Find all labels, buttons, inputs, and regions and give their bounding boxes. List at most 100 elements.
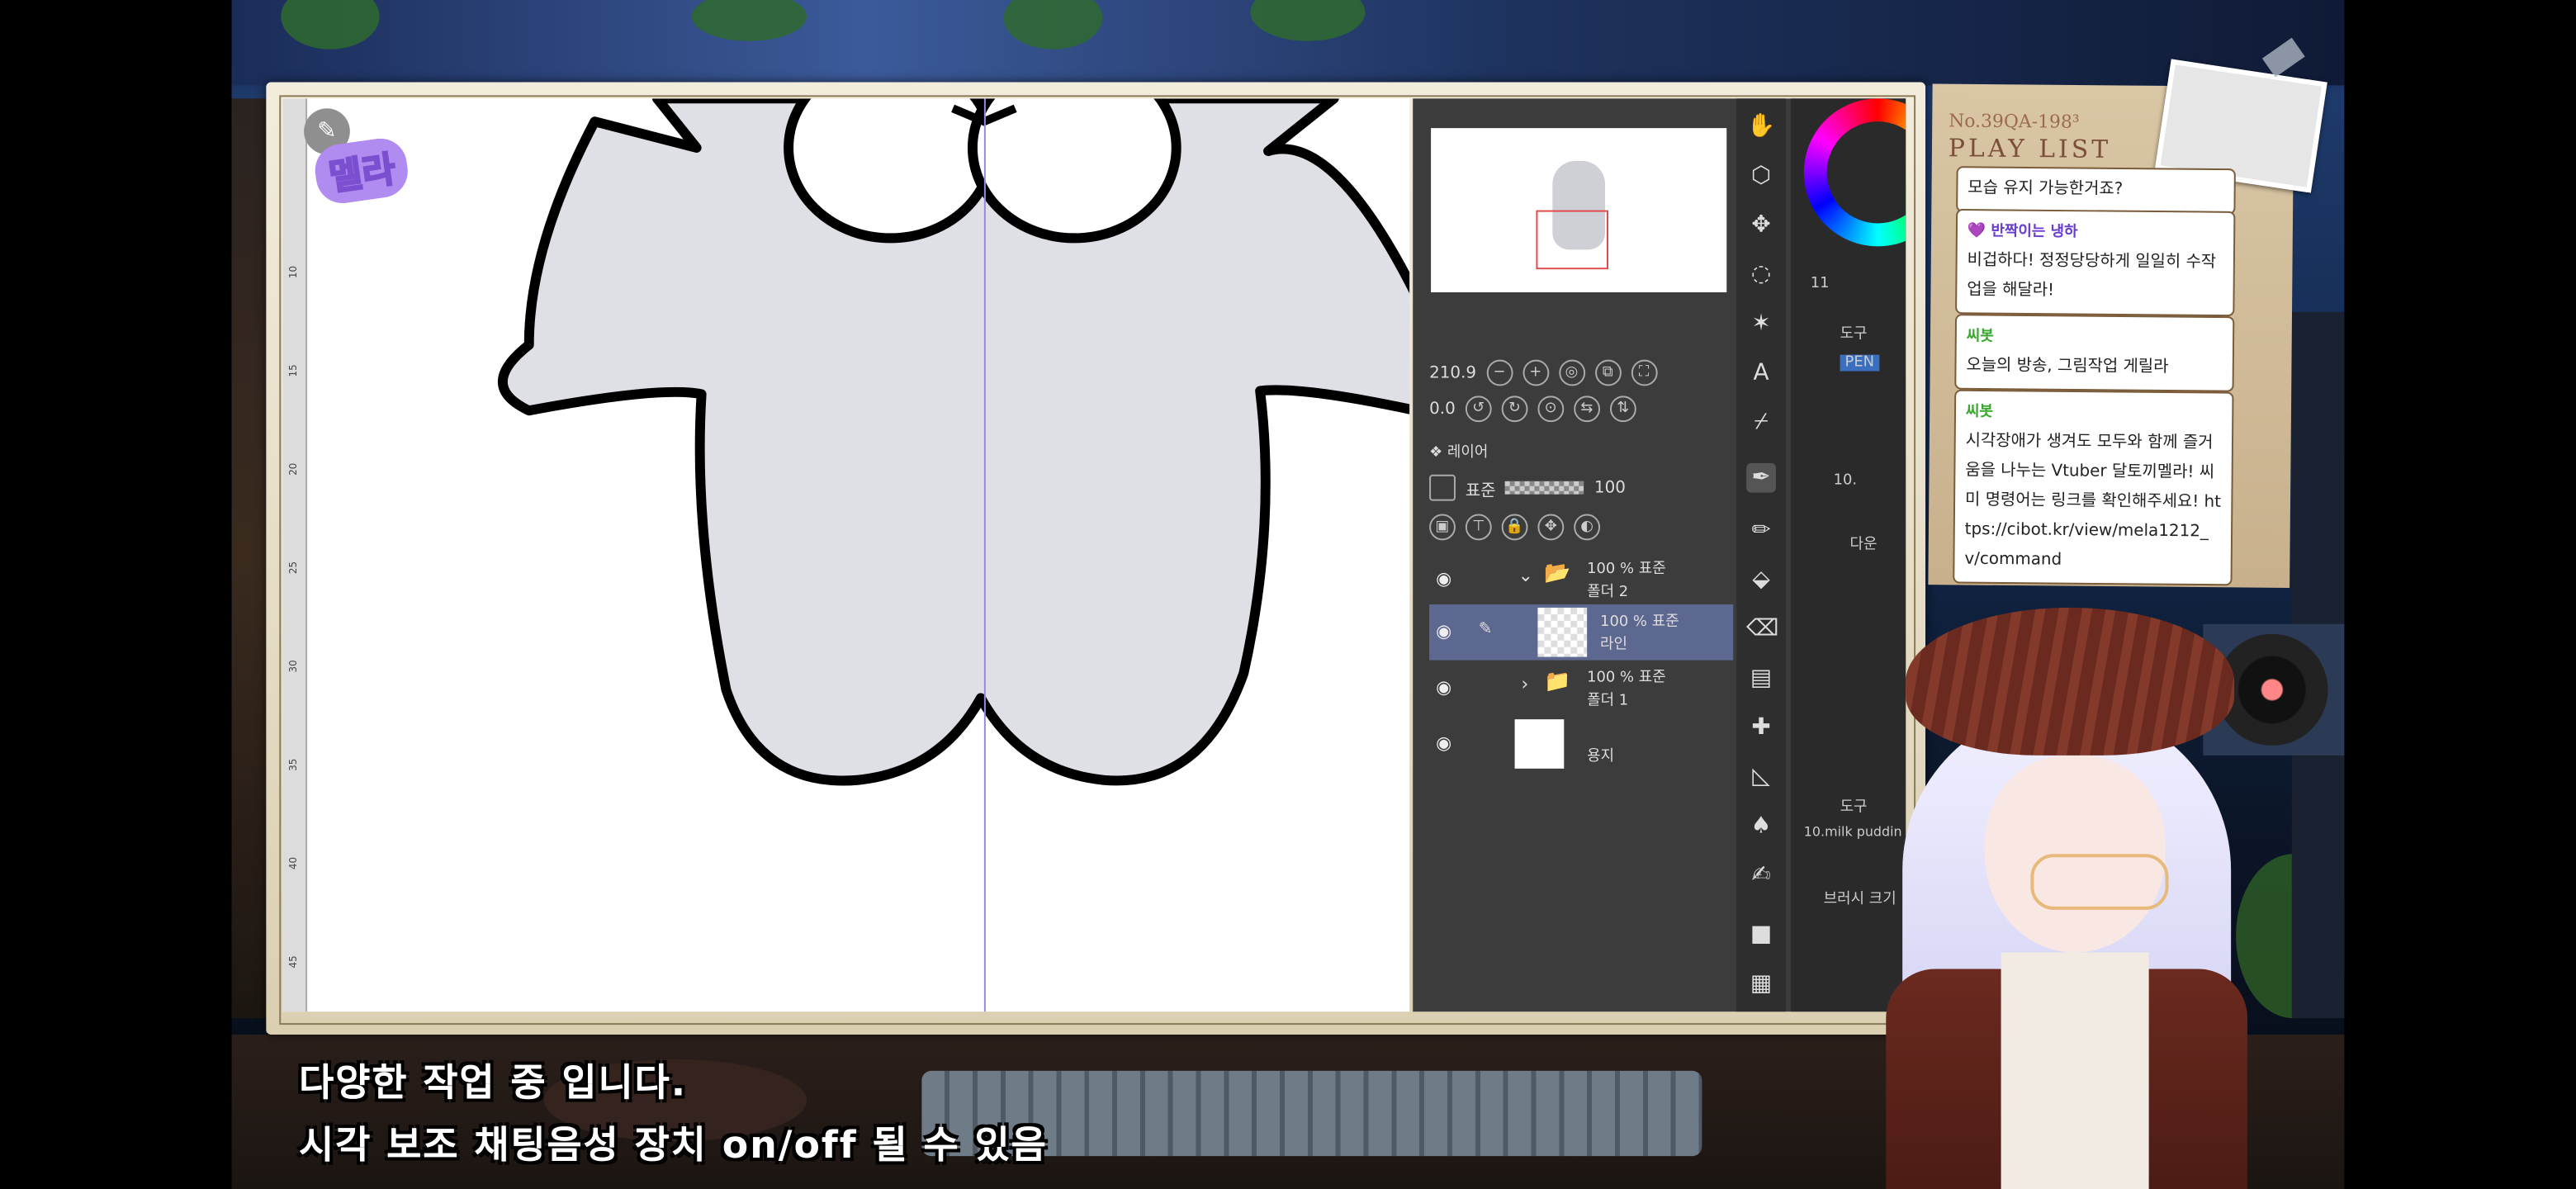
subtitle-line-1: 다양한 작업 중 입니다. — [299, 1062, 688, 1106]
gradient-icon[interactable]: ▤ — [1746, 664, 1776, 694]
chevron-right-icon[interactable]: › — [1522, 673, 1529, 694]
pencil-icon: ✎ — [1478, 620, 1493, 639]
layer-panel-title[interactable]: 레이어 — [1447, 445, 1488, 462]
add-icon[interactable]: ✚ — [1746, 713, 1776, 742]
chat-message: 씨봇 오늘의 방송, 그림작업 게릴라 — [1954, 314, 2235, 392]
drawing-canvas[interactable]: 10 15 20 25 30 35 40 45 ✎ 멜라 — [282, 98, 1410, 1012]
chat-text: 시각장애가 생겨도 모두와 함께 즐거움을 나누는 Vtuber 달토끼멜라! … — [1964, 432, 2222, 570]
layer-line[interactable]: ◉ ✎ 100 % 표준 라인 — [1429, 604, 1734, 661]
reference-icon[interactable]: ✥ — [1537, 514, 1565, 541]
rotate-left-icon[interactable]: ↺ — [1465, 396, 1492, 423]
zoom-in-icon[interactable]: + — [1522, 359, 1549, 386]
layer-clip-icon[interactable]: ⊤ — [1465, 514, 1492, 541]
text-icon[interactable]: A — [1746, 358, 1776, 388]
color-swatch-icon[interactable]: ■ — [1746, 920, 1776, 950]
layer-props-row: 표준 100 — [1429, 473, 1626, 503]
avatar-beret — [1906, 607, 2235, 756]
avatar-blouse — [2001, 952, 2149, 1189]
layer-info: 100 % 표준 — [1600, 613, 1679, 631]
layer-info: 100 % 표준 — [1587, 670, 1666, 687]
ruler-icon[interactable]: ◺ — [1746, 762, 1776, 792]
chat-message: 씨봇 시각장애가 생겨도 모두와 함께 즐거움을 나누는 Vtuber 달토끼멜… — [1953, 389, 2234, 586]
fill-icon[interactable]: ⬙ — [1746, 565, 1776, 594]
eye-icon[interactable]: ◉ — [1436, 676, 1451, 698]
fit-window-icon[interactable]: ⧉ — [1594, 359, 1622, 386]
folder-icon: 📁 — [1544, 670, 1571, 695]
chat-user: 씨봇 — [1966, 329, 1994, 346]
pencil-icon[interactable]: ✏ — [1746, 516, 1776, 546]
brush-size-num[interactable]: 10. — [1834, 473, 1858, 490]
lock-icon[interactable]: 🔒 — [1501, 514, 1528, 541]
symmetry-guide — [983, 98, 986, 1012]
magic-wand-icon[interactable]: ✶ — [1746, 309, 1776, 339]
chat-text: 모습 유지 가능한거죠? — [1968, 179, 2124, 199]
rotate-right-icon[interactable]: ↻ — [1501, 396, 1528, 423]
chat-message: 💜 반짝이는 냉하 비겁하다! 정정당당하게 일일히 수작업을 해달라! — [1955, 208, 2236, 317]
viewport-box[interactable] — [1536, 210, 1609, 270]
layer-option-icon[interactable]: ▣ — [1429, 514, 1456, 541]
playlist-number: No.39QA-198³ — [1949, 110, 2080, 133]
playlist-board: No.39QA-198³ PLAY LIST 모습 유지 가능한거죠? 💜 반짝… — [1928, 59, 2327, 588]
layers-icon: ❖ — [1429, 445, 1443, 462]
eraser-icon[interactable]: ⌫ — [1746, 614, 1778, 644]
playlist-title: PLAY LIST — [1948, 133, 2112, 164]
layer-name: 폴더 1 — [1587, 693, 1629, 710]
layer-folder-1[interactable]: ◉ › 📁 100 % 표준 폴더 1 — [1429, 661, 1733, 717]
tool-label[interactable]: 도구 — [1840, 322, 1868, 343]
layer-name: 라인 — [1600, 637, 1628, 654]
fit-screen-icon[interactable]: ⛶ — [1631, 359, 1657, 386]
layer-mask-icon[interactable]: ◐ — [1574, 514, 1601, 541]
reset-rotation-icon[interactable]: ⊙ — [1537, 396, 1565, 423]
chat-text: 오늘의 방송, 그림작업 게릴라 — [1966, 357, 2169, 377]
grid-icon[interactable]: ▦ — [1746, 969, 1776, 998]
vtuber-avatar — [1821, 591, 2313, 1189]
brush-icon[interactable]: ✍ — [1746, 860, 1776, 890]
subtitle-line-2: 시각 보조 채팅음성 장치 on/off 될 수 있음 — [299, 1125, 1048, 1168]
layer-name: 용지 — [1587, 748, 1615, 765]
pen-icon[interactable]: ✒ — [1746, 462, 1776, 493]
avatar-glasses — [2030, 854, 2169, 910]
angle-value[interactable]: 0.0 — [1429, 400, 1456, 418]
tool-bar: ✋ ⬡ ✥ ◌ ✶ A ⌿ ✒ ✏ ⬙ ⌫ ▤ ✚ ◺ ♠ ✍ ■ ▦ — [1736, 98, 1786, 1012]
move-icon[interactable]: ✥ — [1746, 211, 1776, 240]
layer-folder-2[interactable]: ◉ ⌄ 📂 100 % 표준 폴더 2 — [1429, 552, 1733, 608]
blend-mode[interactable]: 표준 — [1466, 476, 1496, 500]
chat-message: 모습 유지 가능한거죠? — [1956, 166, 2236, 215]
rotate-row: 0.0 ↺ ↻ ⊙ ⇆ ⇅ — [1429, 394, 1636, 424]
chat-text: 비겁하다! 정정당당하게 일일히 수작업을 해달라! — [1967, 251, 2217, 301]
eye-icon[interactable]: ◉ — [1436, 732, 1451, 754]
layer-panel-header: ❖ 레이어 — [1429, 440, 1728, 463]
zoom-out-icon[interactable]: − — [1486, 359, 1513, 386]
layer-thumbnail — [1514, 719, 1565, 769]
flip-horizontal-icon[interactable]: ⇆ — [1574, 396, 1600, 423]
pen-label[interactable]: PEN — [1840, 354, 1880, 372]
color-number: 11 — [1810, 276, 1830, 293]
eyedropper-icon[interactable]: ⌿ — [1746, 407, 1776, 437]
eye-icon[interactable]: ◉ — [1436, 621, 1451, 642]
folder-icon: 📂 — [1544, 561, 1571, 587]
stream-screen: 10 15 20 25 30 35 40 45 ✎ 멜라 210.9 − + ◎… — [0, 0, 2576, 1189]
chat-user: 💜 반짝이는 냉하 — [1967, 223, 2078, 242]
layer-paper[interactable]: ◉ 용지 — [1429, 716, 1733, 772]
chevron-down-icon[interactable]: ⌄ — [1518, 565, 1533, 586]
layer-info: 100 % 표준 — [1587, 561, 1666, 579]
blend-tool-icon[interactable]: ♠ — [1746, 812, 1776, 841]
layer-name: 폴더 2 — [1587, 585, 1629, 601]
lasso-icon[interactable]: ◌ — [1746, 259, 1776, 289]
navigator-preview[interactable] — [1431, 128, 1727, 293]
fit-icon[interactable]: ◎ — [1558, 359, 1585, 386]
chat-user: 씨봇 — [1965, 404, 1994, 421]
zoom-row: 210.9 − + ◎ ⧉ ⛶ — [1429, 358, 1657, 388]
hand-icon[interactable]: ✋ — [1746, 111, 1776, 141]
opacity-slider[interactable] — [1505, 481, 1584, 495]
character-drawing — [497, 98, 1410, 786]
add-label[interactable]: 다운 — [1850, 532, 1878, 553]
blend-icon[interactable] — [1429, 474, 1456, 501]
eye-icon[interactable]: ◉ — [1436, 568, 1451, 590]
cube-icon[interactable]: ⬡ — [1746, 161, 1776, 191]
zoom-value[interactable]: 210.9 — [1429, 364, 1476, 382]
layer-tools-row: ▣ ⊤ 🔒 ✥ ◐ — [1429, 513, 1601, 542]
flip-vertical-icon[interactable]: ⇅ — [1609, 396, 1636, 423]
layer-thumbnail — [1537, 607, 1588, 657]
opacity-value[interactable]: 100 — [1594, 479, 1626, 497]
